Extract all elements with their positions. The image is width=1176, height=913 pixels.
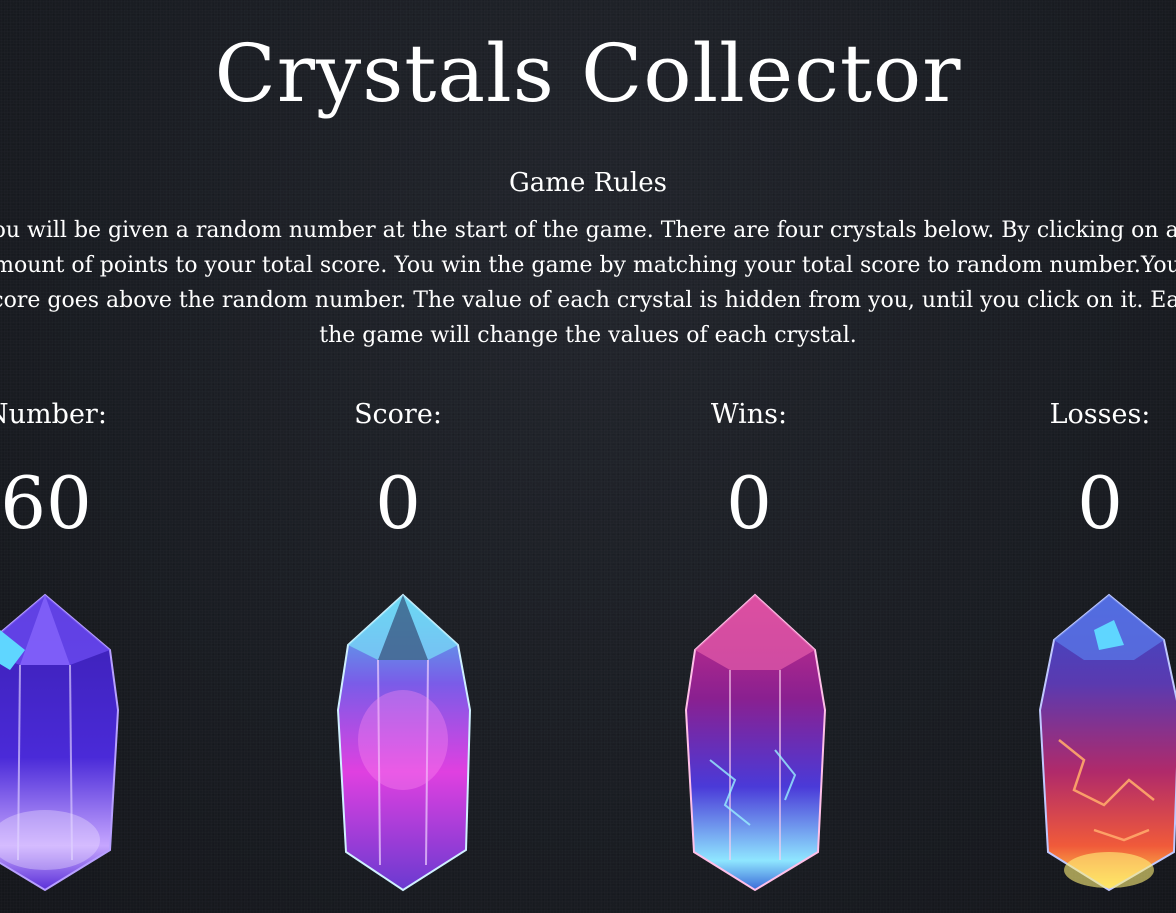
- magenta-blue-crystal-button[interactable]: [680, 590, 830, 895]
- fire-crystal-icon: [1038, 593, 1176, 892]
- losses-value: 0: [1077, 461, 1123, 545]
- pink-crystal-button[interactable]: [328, 590, 478, 895]
- number-label: Number:: [0, 399, 107, 430]
- random-number-value: 60: [0, 461, 92, 545]
- rules-text: You will be given a random number at the…: [0, 213, 1176, 353]
- losses-label: Losses:: [1049, 399, 1151, 430]
- score-label: Score:: [354, 399, 442, 430]
- wins-stat: Wins: 0: [599, 395, 899, 553]
- rules-line: amount of points to your total score. Yo…: [0, 253, 1176, 278]
- rules-line: the game will change the values of each …: [319, 323, 857, 348]
- rules-line: You will be given a random number at the…: [0, 218, 1176, 243]
- wins-value: 0: [726, 461, 772, 545]
- fire-crystal-button[interactable]: [1034, 590, 1176, 895]
- number-stat: Number: 60: [0, 395, 196, 553]
- score-value: 0: [375, 461, 421, 545]
- magenta-blue-crystal-icon: [684, 593, 827, 892]
- pink-crystal-icon: [336, 593, 472, 892]
- purple-crystal-button[interactable]: [0, 590, 120, 895]
- purple-crystal-icon: [0, 593, 120, 892]
- rules-section: You will be given a random number at the…: [0, 213, 1176, 353]
- rules-line: score goes above the random number. The …: [0, 288, 1176, 313]
- wins-label: Wins:: [710, 399, 788, 430]
- rules-heading: Game Rules: [509, 168, 667, 198]
- score-stat: Score: 0: [248, 395, 548, 553]
- losses-stat: Losses: 0: [950, 395, 1176, 553]
- page-title: Crystals Collector: [214, 27, 962, 120]
